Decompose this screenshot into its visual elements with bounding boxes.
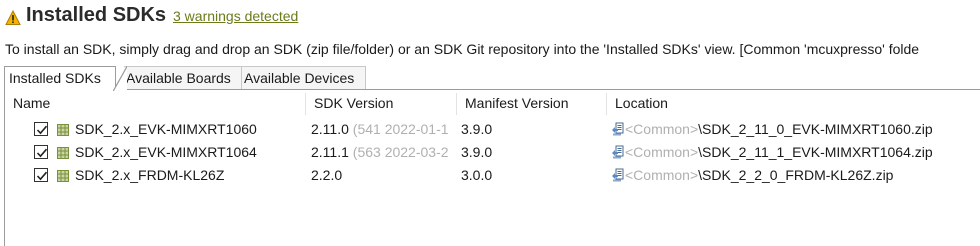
location-path: \SDK_2_11_0_EVK-MIMXRT1060.zip (698, 121, 933, 137)
sdk-checkbox[interactable] (34, 168, 48, 182)
tab-bar: Installed SDKs Available Boards Availabl… (4, 66, 980, 91)
warning-triangle-icon (5, 9, 21, 26)
column-header-location[interactable]: Location (615, 95, 668, 111)
tab-available-devices[interactable]: Available Devices (242, 66, 366, 90)
column-separator[interactable] (606, 93, 607, 115)
sdk-version: 2.2.0 (311, 167, 343, 183)
column-separator[interactable] (456, 93, 457, 115)
location-path: \SDK_2_11_1_EVK-MIMXRT1064.zip (698, 144, 933, 160)
column-header-name[interactable]: Name (13, 95, 50, 111)
sdk-package-icon (57, 123, 69, 136)
sdk-location: <Common>\SDK_2_11_1_EVK-MIMXRT1064.zip (625, 144, 980, 160)
page-title: Installed SDKs (26, 4, 167, 26)
sdk-location: <Common>\SDK_2_2_0_FRDM-KL26Z.zip (625, 167, 980, 183)
sdk-checkbox[interactable] (34, 122, 48, 136)
sdk-name: SDK_2.x_EVK-MIMXRT1060 (75, 121, 257, 137)
header: Installed SDKs 3 warnings detected (0, 0, 980, 34)
location-link-icon (611, 122, 625, 137)
location-variable: <Common> (625, 121, 699, 137)
location-path: \SDK_2_2_0_FRDM-KL26Z.zip (698, 167, 894, 183)
sdk-version-cell: 2.2.0 (311, 167, 456, 183)
warnings-link[interactable]: 3 warnings detected (173, 8, 298, 24)
manifest-version: 3.9.0 (461, 121, 493, 137)
sdk-name: SDK_2.x_FRDM-KL26Z (75, 167, 225, 183)
table-header: Name SDK Version Manifest Version Locati… (5, 89, 980, 119)
sdk-checkbox[interactable] (34, 145, 48, 159)
tab-available-boards[interactable]: Available Boards (124, 66, 242, 90)
manifest-version: 3.9.0 (461, 144, 493, 160)
instructions-text: To install an SDK, simply drag and drop … (5, 41, 920, 57)
sdk-version: 2.11.1 (311, 144, 349, 160)
location-variable: <Common> (625, 167, 699, 183)
sdk-version-cell: 2.11.0 (541 2022-01-1 (311, 121, 456, 137)
column-separator[interactable] (305, 93, 306, 115)
sdk-name: SDK_2.x_EVK-MIMXRT1064 (75, 144, 257, 160)
sdk-version-build: (563 2022-03-2 (352, 144, 449, 160)
sdk-version-cell: 2.11.1 (563 2022-03-2 (311, 144, 456, 160)
table-row[interactable]: SDK_2.x_EVK-MIMXRT1064 2.11.1 (563 2022-… (5, 142, 980, 164)
column-header-sdk-version[interactable]: SDK Version (314, 95, 393, 111)
sdk-version: 2.11.0 (311, 121, 349, 137)
sdk-location: <Common>\SDK_2_11_0_EVK-MIMXRT1060.zip (625, 121, 980, 137)
table-row[interactable]: SDK_2.x_FRDM-KL26Z 2.2.0 3.0.0 <Common>\… (5, 165, 980, 187)
location-link-icon (611, 168, 625, 183)
column-header-manifest-version[interactable]: Manifest Version (465, 95, 569, 111)
manifest-version: 3.0.0 (461, 167, 493, 183)
sdk-version-build: (541 2022-01-1 (352, 121, 449, 137)
location-variable: <Common> (625, 144, 699, 160)
location-link-icon (611, 145, 625, 160)
sdk-package-icon (57, 169, 69, 182)
sdk-table: Name SDK Version Manifest Version Locati… (4, 89, 980, 246)
tab-installed-sdks[interactable]: Installed SDKs (4, 66, 127, 91)
sdk-package-icon (57, 146, 69, 159)
table-row[interactable]: SDK_2.x_EVK-MIMXRT1060 2.11.0 (541 2022-… (5, 119, 980, 141)
